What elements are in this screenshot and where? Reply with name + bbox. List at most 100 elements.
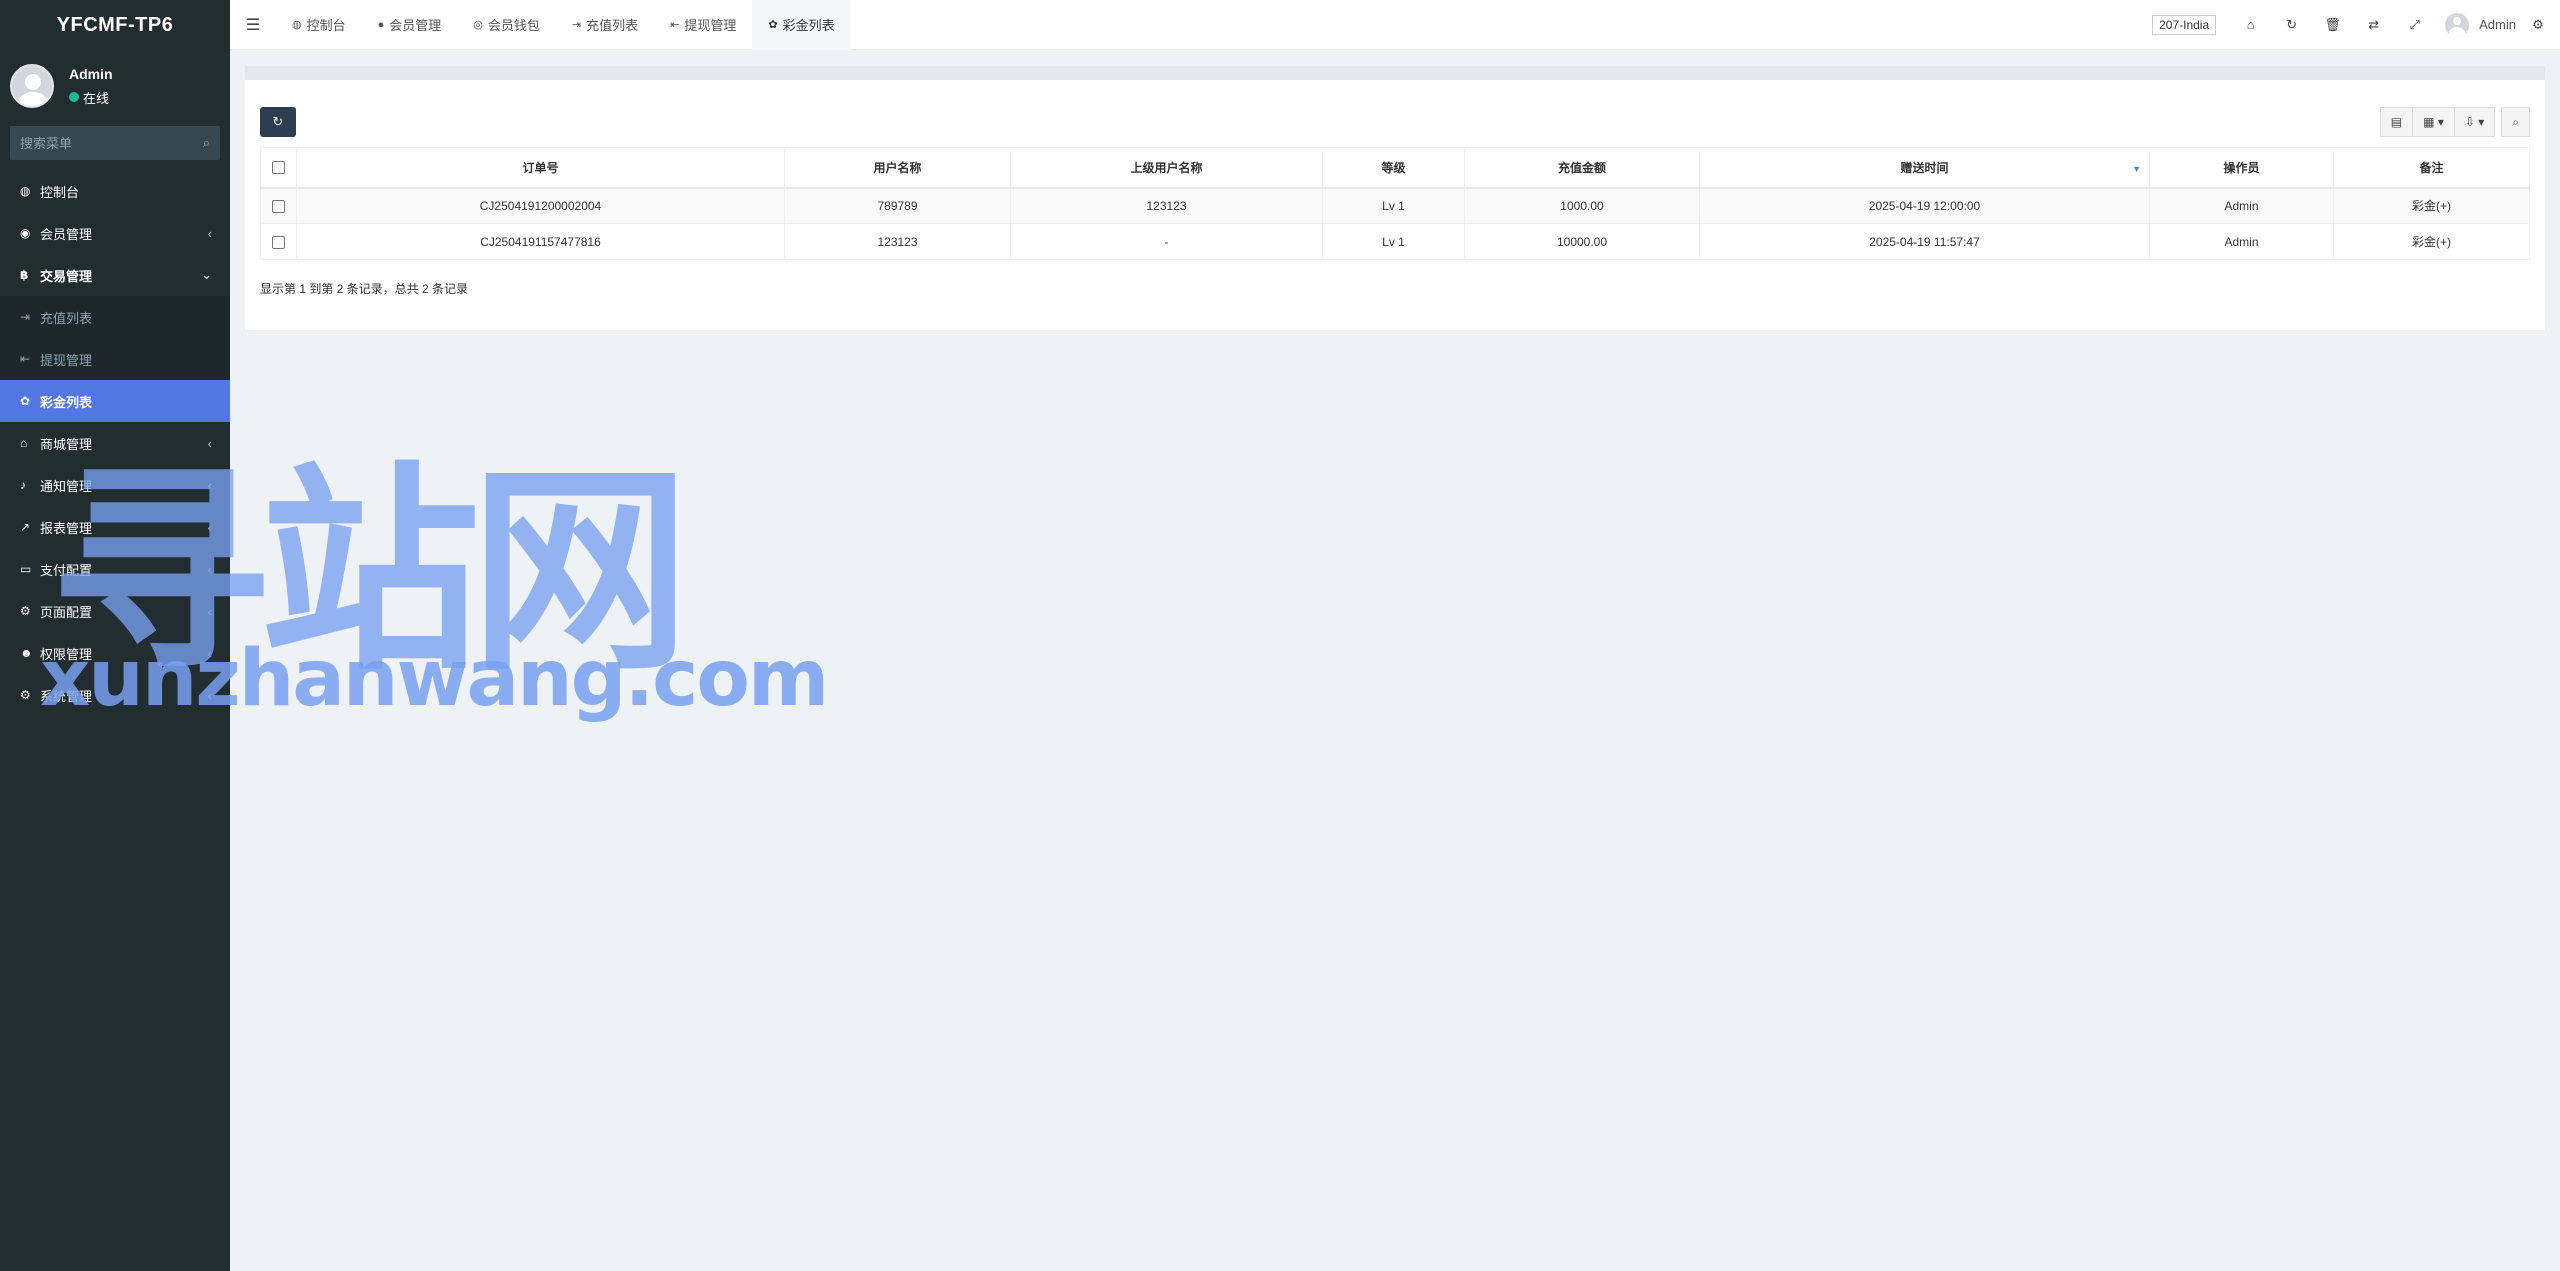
tab-dashboard[interactable]: ◍ 控制台 bbox=[276, 0, 362, 50]
row-select-cell bbox=[260, 187, 297, 224]
sidebar-item-label: 支付配置 bbox=[40, 562, 93, 578]
sidebar-item-label: 系统管理 bbox=[40, 688, 93, 704]
cell-amount: 10000.00 bbox=[1464, 223, 1700, 260]
tab-bonus-list[interactable]: ✿ 彩金列表 bbox=[752, 0, 851, 50]
chevron-left-icon: ‹ bbox=[207, 435, 212, 451]
language-icon[interactable]: ⇄ bbox=[2353, 17, 2394, 33]
menu-search-input[interactable] bbox=[20, 135, 180, 151]
sidebar-item-members[interactable]: ◉ 会员管理 ‹ bbox=[0, 212, 230, 254]
row-checkbox[interactable] bbox=[272, 199, 285, 213]
gift-icon: ✿ bbox=[20, 394, 31, 408]
tab-member-wallet[interactable]: ◎ 会员钱包 bbox=[457, 0, 556, 50]
chevron-left-icon: ‹ bbox=[207, 645, 212, 661]
bell-icon: ♪ bbox=[20, 478, 26, 492]
sidebar-item-recharge-list[interactable]: ⇥ 充值列表 bbox=[0, 296, 230, 338]
users-icon: ☻ bbox=[20, 646, 33, 660]
sort-desc-icon[interactable]: ▼ bbox=[2132, 164, 2141, 174]
user-menu[interactable]: Admin bbox=[2445, 12, 2516, 37]
col-username[interactable]: 用户名称 bbox=[784, 147, 1011, 189]
cog-icon: ⚙ bbox=[20, 604, 31, 618]
columns-button[interactable]: ▦ ▾ bbox=[2413, 107, 2455, 137]
table-icon: ▤ bbox=[2390, 115, 2403, 129]
sidebar-toggle-icon[interactable]: ☰ bbox=[230, 15, 276, 35]
gift-icon: ✿ bbox=[768, 19, 778, 31]
sidebar-item-label: 控制台 bbox=[40, 184, 80, 200]
row-checkbox[interactable] bbox=[272, 235, 285, 249]
home-icon[interactable]: ⌂ bbox=[2230, 17, 2271, 32]
search-button[interactable]: ⌕ bbox=[2501, 107, 2530, 137]
refresh-icon[interactable]: ↻ bbox=[2271, 17, 2312, 33]
col-amount[interactable]: 充值金额 bbox=[1464, 147, 1700, 189]
export-button[interactable]: ⇩ ▾ bbox=[2454, 107, 2496, 137]
col-remark[interactable]: 备注 bbox=[2333, 147, 2530, 189]
chevron-left-icon: ‹ bbox=[207, 687, 212, 703]
cell-remark: 彩金(+) bbox=[2333, 187, 2530, 224]
col-parent-username[interactable]: 上级用户名称 bbox=[1010, 147, 1323, 189]
sidebar-item-trade[interactable]: ฿ 交易管理 ⌄ bbox=[0, 254, 230, 296]
sidebar-item-label: 页面配置 bbox=[40, 604, 93, 620]
col-operator[interactable]: 操作员 bbox=[2149, 147, 2334, 189]
tab-members[interactable]: ● 会员管理 bbox=[362, 0, 458, 50]
select-all-cell bbox=[260, 147, 297, 189]
sidebar-menu: ◍ 控制台 ◉ 会员管理 ‹ ฿ 交易管理 ⌄ ⇥ 充值列表 ⇤ 提现管理 ✿ … bbox=[0, 170, 230, 716]
search-icon: ⌕ bbox=[2512, 114, 2519, 129]
settings-icon[interactable]: ⚙ bbox=[2526, 17, 2550, 33]
table-toolbar: ▤ ▦ ▾ ⇩ ▾ ⌕ bbox=[2379, 107, 2530, 137]
cell-level: Lv 1 bbox=[1322, 187, 1465, 224]
cell-operator: Admin bbox=[2149, 223, 2334, 260]
col-order-no[interactable]: 订单号 bbox=[296, 147, 785, 189]
app-logo[interactable]: YFCMF-TP6 bbox=[0, 0, 230, 50]
cell-remark: 彩金(+) bbox=[2333, 223, 2530, 260]
sidebar-item-system[interactable]: ⚙ 系统管理 ‹ bbox=[0, 674, 230, 716]
bonus-table: 订单号 用户名称 上级用户名称 等级 充值金额 赠送时间 ▼ 操作员 备注 CJ… bbox=[260, 147, 2530, 260]
trash-icon[interactable]: 🗑 bbox=[2312, 17, 2353, 33]
col-bonus-time-label: 赠送时间 bbox=[1900, 160, 1949, 175]
bitcoin-icon: ฿ bbox=[20, 268, 29, 282]
col-bonus-time[interactable]: 赠送时间 ▼ bbox=[1699, 147, 2150, 189]
table-row[interactable]: CJ2504191200002004 789789 123123 Lv 1 10… bbox=[260, 187, 2530, 224]
sidebar-item-bonus-list[interactable]: ✿ 彩金列表 bbox=[0, 380, 230, 422]
user-circle-icon: ◉ bbox=[20, 226, 31, 240]
cell-username: 789789 bbox=[784, 187, 1011, 224]
table-row[interactable]: CJ2504191157477816 123123 - Lv 1 10000.0… bbox=[260, 223, 2530, 260]
sidebar-item-shop[interactable]: ⌂ 商城管理 ‹ bbox=[0, 422, 230, 464]
site-select[interactable]: 207-India bbox=[2152, 14, 2217, 35]
chevron-left-icon: ‹ bbox=[207, 561, 212, 577]
sidebar-item-label: 彩金列表 bbox=[40, 394, 93, 410]
user-status: 在线 bbox=[69, 88, 113, 107]
tab-recharge-list[interactable]: ⇥ 充值列表 bbox=[556, 0, 654, 50]
columns-icon: ▦ ▾ bbox=[2423, 115, 2444, 129]
sidebar-item-permissions[interactable]: ☻ 权限管理 ‹ bbox=[0, 632, 230, 674]
sidebar-item-label: 通知管理 bbox=[40, 478, 93, 494]
cell-bonus-time: 2025-04-19 11:57:47 bbox=[1699, 223, 2150, 260]
user-panel: Admin 在线 bbox=[0, 50, 230, 122]
topbar-actions: 207-India ⌂ ↻ 🗑 ⇄ ⤢ Admin ⚙ bbox=[2152, 0, 2560, 50]
home-icon: ⌂ bbox=[20, 436, 28, 450]
sign-in-icon: ⇥ bbox=[571, 19, 582, 31]
sidebar-item-label: 权限管理 bbox=[40, 646, 93, 662]
table-header-row: 订单号 用户名称 上级用户名称 等级 充值金额 赠送时间 ▼ 操作员 备注 bbox=[260, 147, 2530, 189]
sidebar-item-dashboard[interactable]: ◍ 控制台 bbox=[0, 170, 230, 212]
export-icon: ⇩ ▾ bbox=[2464, 115, 2485, 129]
cell-parent-username: - bbox=[1010, 223, 1323, 260]
select-all-checkbox[interactable] bbox=[272, 161, 285, 175]
tab-label: 会员钱包 bbox=[487, 18, 540, 33]
toggle-view-button[interactable]: ▤ bbox=[2379, 107, 2414, 137]
cell-bonus-time: 2025-04-19 12:00:00 bbox=[1699, 187, 2150, 224]
tab-withdraw[interactable]: ⇤ 提现管理 bbox=[654, 0, 752, 50]
refresh-button[interactable]: ↻ bbox=[260, 107, 296, 137]
sidebar-item-page-config[interactable]: ⚙ 页面配置 ‹ bbox=[0, 590, 230, 632]
tab-label: 充值列表 bbox=[586, 18, 639, 33]
col-level[interactable]: 等级 bbox=[1322, 147, 1465, 189]
fullscreen-icon[interactable]: ⤢ bbox=[2394, 17, 2435, 33]
user-menu-name: Admin bbox=[2479, 17, 2516, 32]
sidebar-item-payment[interactable]: ▭ 支付配置 ‹ bbox=[0, 548, 230, 590]
search-icon[interactable]: ⌕ bbox=[203, 135, 210, 151]
main-content: ↻ ▤ ▦ ▾ ⇩ ▾ ⌕ 订单号 用户名称 上级用户名称 等级 充值金额 赠送… bbox=[230, 50, 2560, 1271]
sign-out-icon: ⇤ bbox=[670, 19, 680, 31]
sidebar-item-notifications[interactable]: ♪ 通知管理 ‹ bbox=[0, 464, 230, 506]
sidebar-item-withdraw[interactable]: ⇤ 提现管理 bbox=[0, 338, 230, 380]
sidebar-item-reports[interactable]: ↗ 报表管理 ‹ bbox=[0, 506, 230, 548]
credit-card-icon: ▭ bbox=[20, 562, 32, 576]
tab-label: 提现管理 bbox=[684, 18, 737, 33]
